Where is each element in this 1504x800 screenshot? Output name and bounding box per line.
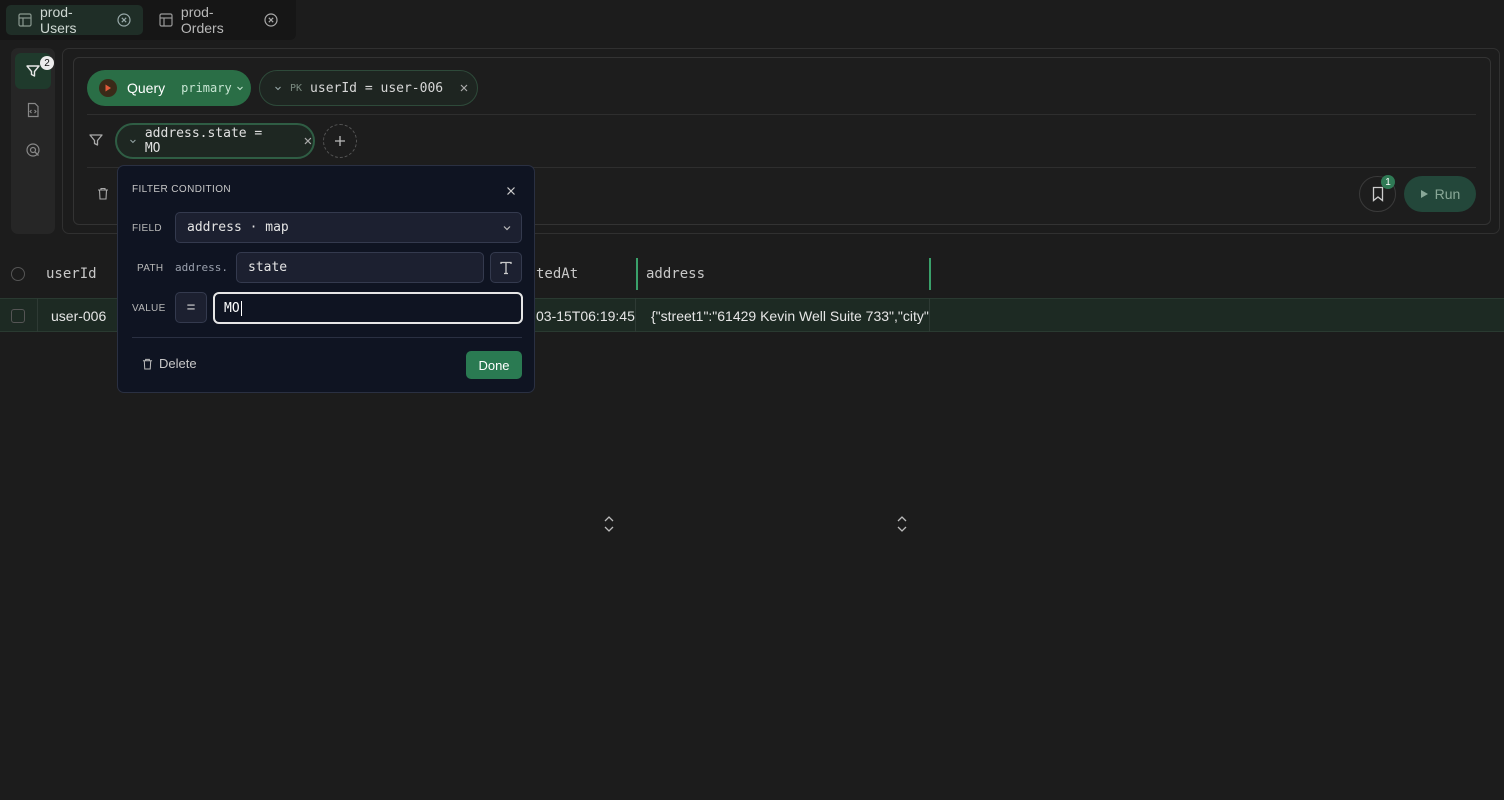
play-icon [99,79,117,97]
column-header-createdat[interactable]: tedAt [536,250,578,298]
inspect-panel-button[interactable] [15,132,51,168]
value-type-button[interactable] [490,252,522,283]
close-circle-icon[interactable] [117,13,131,27]
close-icon[interactable] [459,83,469,93]
divider [132,337,522,338]
value-input[interactable]: MO [213,292,523,324]
bookmark-count-badge: 1 [1381,175,1395,189]
cell-border [636,298,930,332]
select-all-checkbox[interactable] [11,250,25,298]
filter-row-icon [88,132,104,151]
column-resize-handle[interactable] [636,258,638,290]
close-icon[interactable] [303,136,313,146]
cell-border [0,298,38,332]
add-filter-button[interactable] [323,124,357,158]
path-label: PATH [137,263,164,274]
pk-tag: PK [290,82,303,94]
close-circle-icon[interactable] [264,13,278,27]
run-label: Run [1434,186,1461,202]
path-input-value: state [248,260,288,275]
query-mode-button[interactable]: Query primary [87,70,251,106]
chevron-down-icon [236,86,243,91]
operator-select[interactable]: = [175,292,207,323]
file-code-icon [27,102,39,118]
trash-icon [98,187,108,200]
text-type-icon [500,261,512,274]
delete-filter-button[interactable]: Delete [142,356,197,371]
query-label: Query [127,80,166,96]
chevron-down-icon [503,226,511,231]
filter-count-badge: 2 [40,56,54,70]
table-icon [159,13,173,27]
close-icon [507,187,515,195]
chevron-down-icon [275,86,281,91]
text-caret [240,300,242,316]
filter-icon [89,134,103,146]
filter-chip-text: address.state = MO [144,126,263,156]
field-select[interactable]: address · map [175,212,522,243]
pk-condition-chip[interactable]: PK userId = user-006 [259,70,478,106]
column-resize-handle[interactable] [929,258,931,290]
value-input-text: MO [224,300,240,316]
tab-label: prod-Users [40,4,77,36]
filter-condition-popover: FILTER CONDITION FIELD address · map PAT… [117,165,535,393]
play-icon [1420,190,1428,198]
search-target-icon [26,143,40,157]
delete-label: Delete [159,356,197,371]
filter-chip-address-state[interactable]: address.state = MO [115,123,315,159]
chevron-down-icon [130,139,136,144]
tab-label: prod-Orders [180,4,224,36]
saved-queries-button[interactable]: 1 [1359,175,1396,212]
field-label: FIELD [132,223,162,234]
tab-bar: prod-Users prod-Orders [0,0,296,40]
side-rail: 2 [11,48,55,234]
column-header-userid[interactable]: userId [46,250,97,298]
script-panel-button[interactable] [15,92,51,128]
divider [87,114,1476,115]
sort-icon[interactable] [896,514,908,534]
path-prefix: address. [175,261,228,274]
trash-icon [142,358,153,370]
popover-title: FILTER CONDITION [132,184,231,195]
plus-icon [335,136,345,146]
popover-close-button[interactable] [506,183,516,199]
tab-prod-orders[interactable]: prod-Orders [147,4,290,36]
filter-panel-button[interactable]: 2 [15,53,54,89]
value-label: VALUE [132,303,166,314]
clear-filters-button[interactable] [97,187,109,203]
field-select-value: address · map [187,220,289,235]
bookmark-icon [1372,186,1383,202]
sort-icon[interactable] [603,514,615,534]
path-input[interactable]: state [236,252,484,283]
index-select[interactable]: primary [181,81,232,95]
table-icon [18,13,32,27]
pk-condition-text: userId = user-006 [310,80,444,96]
done-button[interactable]: Done [466,351,522,379]
column-header-address[interactable]: address [646,250,705,298]
filter-icon [26,65,40,77]
run-button[interactable]: Run [1404,176,1476,212]
tab-prod-users[interactable]: prod-Users [6,4,143,36]
